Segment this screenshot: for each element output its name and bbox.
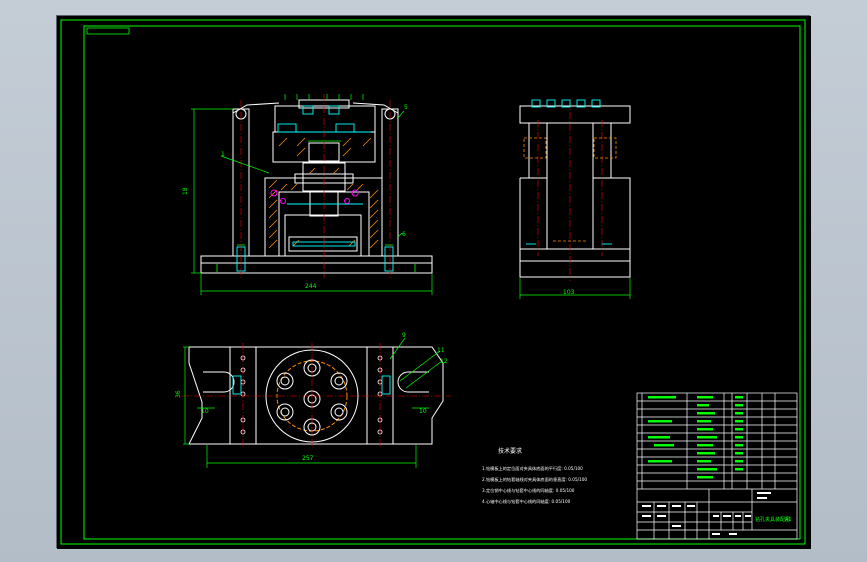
top-width-dimension: 257 xyxy=(302,455,314,462)
cad-viewport[interactable]: 244 18 1 5 6 103 257 36 10 10 9 11 12 技术… xyxy=(56,15,811,549)
assembly-drawing: 244 18 1 5 6 103 257 36 10 10 9 11 12 技术… xyxy=(57,16,811,549)
side-width-dimension: 103 xyxy=(563,289,575,296)
balloon-6: 6 xyxy=(402,231,406,238)
requirements-heading: 技术要求 xyxy=(498,447,522,455)
top-height-dimension: 36 xyxy=(175,390,182,398)
balloon-12: 12 xyxy=(440,358,448,365)
requirement-line-1: 1.钻模板上的定位面对夹具体底面的平行度: 0.05/100 xyxy=(482,465,583,472)
requirement-line-3: 3.定位销中心线与钻套中心线的同轴度: 0.05/100 xyxy=(482,487,575,494)
balloon-5: 5 xyxy=(404,104,408,111)
slot-right-dimension: 10 xyxy=(419,408,427,415)
sheet-size: A1 xyxy=(785,517,792,523)
slot-left-dimension: 10 xyxy=(201,408,209,415)
requirement-line-2: 2.钻模板上的钻套轴线对夹具体底面的垂直度: 0.05/100 xyxy=(482,476,587,483)
front-width-dimension: 244 xyxy=(305,283,317,290)
front-height-dimension: 18 xyxy=(182,187,189,195)
balloon-1: 1 xyxy=(221,151,225,158)
balloon-9: 9 xyxy=(402,332,406,339)
requirement-line-4: 4.心轴中心线与钻套中心线的同轴度: 0.05/100 xyxy=(482,498,571,505)
balloon-11: 11 xyxy=(437,347,445,354)
